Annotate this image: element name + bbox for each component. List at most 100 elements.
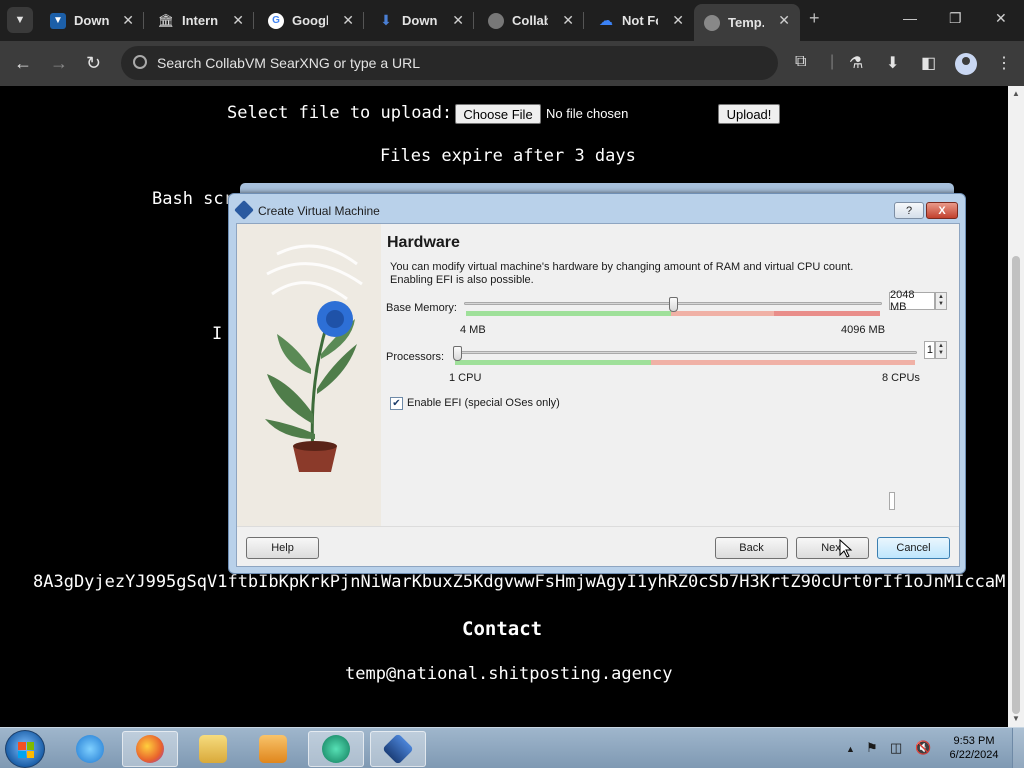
vbox-download-icon: ▼ (50, 12, 66, 29)
processors-spinbox[interactable]: 1 (924, 341, 935, 359)
close-icon[interactable]: ✕ (778, 12, 790, 29)
no-file-text: No file chosen (546, 106, 629, 121)
base-memory-spin-arrows[interactable]: ▲ ▼ (935, 292, 947, 310)
profile-avatar[interactable] (955, 53, 977, 75)
close-icon[interactable]: ✕ (672, 12, 684, 29)
close-icon[interactable]: ✕ (452, 12, 464, 29)
extensions-icon[interactable]: ⧉ (795, 53, 806, 71)
address-bar[interactable]: Search CollabVM SearXNG or type a URL (121, 46, 778, 80)
scroll-up-icon[interactable]: ▲ (1012, 89, 1020, 98)
bash-text: Bash scr (152, 189, 234, 209)
volume-muted-icon[interactable]: 🔇 (915, 740, 931, 756)
action-center-flag-icon[interactable]: ⚑ (866, 740, 878, 756)
tab-download-1[interactable]: ▼ Downl ✕ (40, 4, 144, 37)
upload-label: Select file to upload: (227, 103, 453, 123)
folder-icon (199, 735, 227, 763)
spin-up-icon[interactable]: ▲ (938, 294, 944, 301)
windows-taskbar: ▲ ⚑ ◫ 🔇 9:53 PM 6/22/2024 (0, 727, 1024, 768)
hardware-heading: Hardware (387, 234, 460, 251)
description-line-1: You can modify virtual machine's hardwar… (390, 261, 854, 273)
restore-icon[interactable]: ❐ (949, 10, 962, 27)
taskbar-remote-app[interactable] (308, 731, 364, 767)
cancel-button[interactable]: Cancel (877, 537, 950, 559)
spin-down-icon[interactable]: ▼ (938, 350, 944, 357)
network-icon[interactable]: ◫ (890, 740, 902, 756)
tab-download-2[interactable]: ⬇ Downl ✕ (368, 4, 474, 37)
dialog-close-button[interactable]: X (926, 202, 958, 219)
tab-separator (363, 12, 364, 29)
media-player-icon (259, 735, 287, 763)
memory-min-label: 4 MB (460, 324, 486, 336)
processors-slider[interactable] (453, 351, 917, 354)
next-button[interactable]: Next (796, 537, 869, 559)
contact-email: temp@national.shitposting.agency (345, 664, 673, 684)
tab-google[interactable]: G Googl ✕ (258, 4, 364, 37)
wizard-plant-illustration (237, 224, 381, 526)
browser-toolbar: ← → ↻ Search CollabVM SearXNG or type a … (0, 41, 1024, 86)
create-vm-dialog: Create Virtual Machine ? X Hardware You … (228, 193, 966, 574)
tab-collabvm[interactable]: Collab ✕ (478, 4, 584, 37)
tab-separator (143, 12, 144, 29)
tab-not-found[interactable]: ☁ Not Fo ✕ (588, 4, 694, 37)
processors-slider-thumb[interactable] (453, 346, 462, 361)
cloud-icon: ☁ (599, 12, 613, 28)
new-tab-button[interactable]: + (809, 8, 820, 29)
start-button[interactable] (5, 730, 45, 768)
tab-separator (253, 12, 254, 29)
taskbar-internet-explorer[interactable] (62, 731, 118, 767)
spin-up-icon[interactable]: ▲ (938, 343, 944, 350)
processors-spin-arrows[interactable]: ▲ ▼ (935, 341, 947, 359)
base-memory-slider-thumb[interactable] (668, 297, 678, 312)
scrollbar-thumb[interactable] (1012, 256, 1020, 714)
upload-button[interactable]: Upload! (718, 104, 780, 124)
tab-title: Interne (182, 13, 218, 28)
tab-search-button[interactable]: ▼ (7, 7, 33, 33)
close-icon[interactable]: ✕ (342, 12, 354, 29)
google-icon: G (268, 12, 284, 29)
help-button[interactable]: Help (246, 537, 319, 559)
site-info-icon[interactable] (133, 55, 147, 69)
show-desktop-button[interactable] (1012, 728, 1024, 768)
page-scrollbar[interactable]: ▲ ▼ (1008, 86, 1024, 727)
internet-explorer-icon (76, 735, 104, 763)
taskbar-file-explorer[interactable] (185, 731, 241, 767)
kebab-menu-icon[interactable]: ⋮ (996, 53, 1012, 73)
enable-efi-label[interactable]: Enable EFI (special OSes only) (407, 397, 560, 409)
forward-arrow-icon[interactable]: → (50, 53, 68, 74)
back-arrow-icon[interactable]: ← (14, 53, 32, 74)
back-button[interactable]: Back (715, 537, 788, 559)
contact-heading: Contact (462, 618, 543, 640)
minimize-icon[interactable]: — (903, 10, 917, 26)
processors-max-label: 8 CPUs (882, 372, 920, 384)
memory-max-label: 4096 MB (841, 324, 886, 336)
address-bar-text[interactable]: Search CollabVM SearXNG or type a URL (157, 55, 420, 71)
globe-icon (704, 14, 720, 31)
reload-icon[interactable]: ↻ (86, 53, 101, 74)
tab-temp-active[interactable]: Temp.s ✕ (694, 4, 800, 41)
scroll-down-icon[interactable]: ▼ (1012, 714, 1020, 723)
taskbar-virtualbox[interactable] (370, 731, 426, 767)
taskbar-firefox[interactable] (122, 731, 178, 767)
close-icon[interactable]: ✕ (232, 12, 244, 29)
close-icon[interactable]: ✕ (122, 12, 134, 29)
archive-icon: 🏛 (157, 12, 175, 28)
show-hidden-icons[interactable]: ▲ (846, 744, 855, 754)
system-clock[interactable]: 9:53 PM 6/22/2024 (946, 734, 1002, 762)
choose-file-button[interactable]: Choose File (455, 104, 541, 124)
taskbar-media-player[interactable] (245, 731, 301, 767)
downloads-icon[interactable]: ⬇ (886, 53, 899, 73)
window-close-icon[interactable]: ✕ (995, 10, 1007, 27)
tab-separator (473, 12, 474, 29)
enable-efi-checkbox[interactable]: ✔ (390, 397, 403, 410)
base-memory-spinbox[interactable]: 2048 MB (889, 289, 935, 313)
clock-date: 6/22/2024 (949, 749, 999, 761)
tab-internet-archive[interactable]: 🏛 Interne ✕ (148, 4, 254, 37)
text-fragment: I (212, 324, 223, 344)
tab-title: Downl (74, 13, 110, 28)
close-icon[interactable]: ✕ (562, 12, 574, 29)
dialog-help-button[interactable]: ? (894, 202, 924, 219)
windows-logo-icon (18, 742, 34, 758)
labs-flask-icon[interactable]: ⚗ (849, 53, 863, 73)
side-panel-icon[interactable]: ◧ (921, 53, 936, 73)
spin-down-icon[interactable]: ▼ (938, 301, 944, 308)
